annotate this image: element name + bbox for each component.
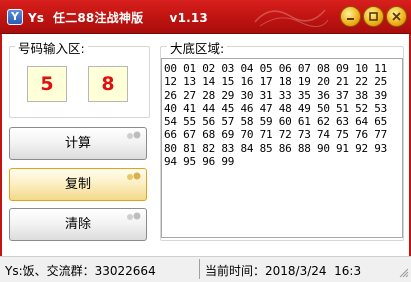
maximize-button[interactable] (363, 6, 384, 27)
button-decoration-icon (127, 172, 141, 180)
window-frame-left (0, 34, 2, 256)
copy-button-label: 复制 (64, 177, 91, 192)
maximize-icon (369, 12, 378, 21)
app-icon: Y (7, 9, 23, 25)
calculate-button[interactable]: 计算 (9, 127, 147, 160)
result-group-label: 大底区域: (167, 38, 228, 57)
window-title: Ys 任二88注战神版 v1.13 (28, 11, 208, 25)
result-textarea[interactable]: 00 01 02 03 04 05 06 07 08 09 10 11 12 1… (161, 58, 403, 238)
title-bar[interactable]: Y Ys 任二88注战神版 v1.13 (0, 0, 411, 34)
button-decoration-icon (127, 212, 141, 220)
status-contact-text: Ys:饭、交流群：33022664 (5, 264, 156, 278)
calculate-button-label: 计算 (64, 136, 91, 151)
close-button[interactable] (386, 6, 407, 27)
clear-button-label: 清除 (64, 217, 91, 232)
title-decoration-icon (254, 9, 329, 27)
number-input-b[interactable]: 8 (88, 66, 128, 102)
copy-button[interactable]: 复制 (9, 168, 147, 201)
minimize-icon (347, 18, 354, 20)
close-icon (392, 12, 401, 21)
status-time-text: 当前时间：2018/3/24 16:3 (205, 264, 362, 278)
clear-button[interactable]: 清除 (9, 208, 147, 241)
resize-grip-icon[interactable] (399, 268, 409, 278)
number-input-a[interactable]: 5 (27, 66, 67, 102)
minimize-button[interactable] (340, 6, 361, 27)
number-input-group-label: 号码输入区: (15, 38, 88, 57)
status-divider (199, 259, 200, 279)
button-decoration-icon (127, 131, 141, 139)
